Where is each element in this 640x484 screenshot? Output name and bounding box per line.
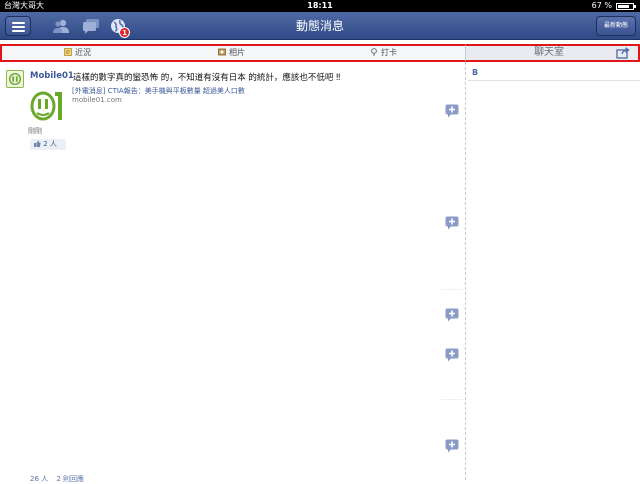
status-bar: 台灣大哥大 18:11 67 % bbox=[0, 0, 640, 12]
photo-action[interactable]: 相片 bbox=[218, 46, 245, 60]
comment-icon[interactable] bbox=[445, 104, 459, 118]
like-count-label: 2 人 bbox=[43, 140, 57, 148]
divider bbox=[441, 289, 463, 290]
link-title[interactable]: [外電消息] CTIA報告：美手機與平板數量 超過美人口數 bbox=[72, 86, 245, 96]
comment-icon[interactable] bbox=[445, 348, 459, 362]
post-author[interactable]: Mobile01 bbox=[30, 71, 74, 81]
second-post-likes: 26 人 bbox=[30, 475, 49, 483]
post-timestamp: 剛剛 bbox=[28, 127, 42, 135]
status-action[interactable]: 近況 bbox=[64, 46, 91, 60]
link-domain: mobile01.com bbox=[72, 96, 122, 104]
share-icon[interactable] bbox=[616, 47, 630, 59]
news-feed: Mobile01 這樣的數字真的蠻恐怖 的，不知道有沒有日本 的統計，應該也不低… bbox=[0, 62, 465, 483]
chat-title: 聊天室 bbox=[534, 47, 564, 58]
chat-header: 聊天室 bbox=[465, 44, 640, 62]
clock: 18:11 bbox=[307, 1, 333, 10]
avatar[interactable] bbox=[6, 70, 24, 88]
divider bbox=[441, 399, 463, 400]
status-icon bbox=[64, 48, 72, 56]
like-count[interactable]: 2 人 bbox=[30, 139, 66, 150]
divider bbox=[468, 80, 640, 81]
chat-section-letter: B bbox=[472, 68, 479, 77]
post-text: 這樣的數字真的蠻恐怖 的，不知道有沒有日本 的統計，應該也不低吧 ‼ bbox=[73, 73, 341, 83]
latest-news-button[interactable]: 最新動態 bbox=[596, 16, 636, 36]
checkin-icon bbox=[371, 48, 377, 56]
composer-action-bar: 近況 相片 打卡 bbox=[0, 44, 465, 62]
battery-percent: 67 % bbox=[591, 1, 612, 10]
friends-icon[interactable] bbox=[52, 18, 70, 34]
battery-icon bbox=[616, 3, 636, 10]
status-action-label: 近況 bbox=[75, 48, 91, 57]
menu-button[interactable] bbox=[5, 16, 31, 36]
comment-icon[interactable] bbox=[445, 439, 459, 453]
link-thumbnail[interactable] bbox=[30, 86, 68, 124]
chat-sidebar: B bbox=[465, 62, 640, 480]
messages-icon[interactable] bbox=[82, 18, 100, 34]
comment-icon[interactable] bbox=[445, 216, 459, 230]
comment-icon[interactable] bbox=[445, 308, 459, 322]
second-post-comments: 2 則回應 bbox=[56, 475, 85, 483]
navigation-bar: 動態消息 1 最新動態 bbox=[0, 12, 640, 40]
menu-icon bbox=[12, 22, 25, 24]
like-icon bbox=[34, 140, 41, 147]
photo-icon bbox=[218, 48, 226, 56]
checkin-action-label: 打卡 bbox=[381, 48, 397, 57]
photo-action-label: 相片 bbox=[229, 48, 245, 57]
notification-badge: 1 bbox=[119, 27, 130, 38]
second-post-footer[interactable]: 26 人 2 則回應 bbox=[30, 474, 84, 484]
checkin-action[interactable]: 打卡 bbox=[370, 46, 397, 60]
